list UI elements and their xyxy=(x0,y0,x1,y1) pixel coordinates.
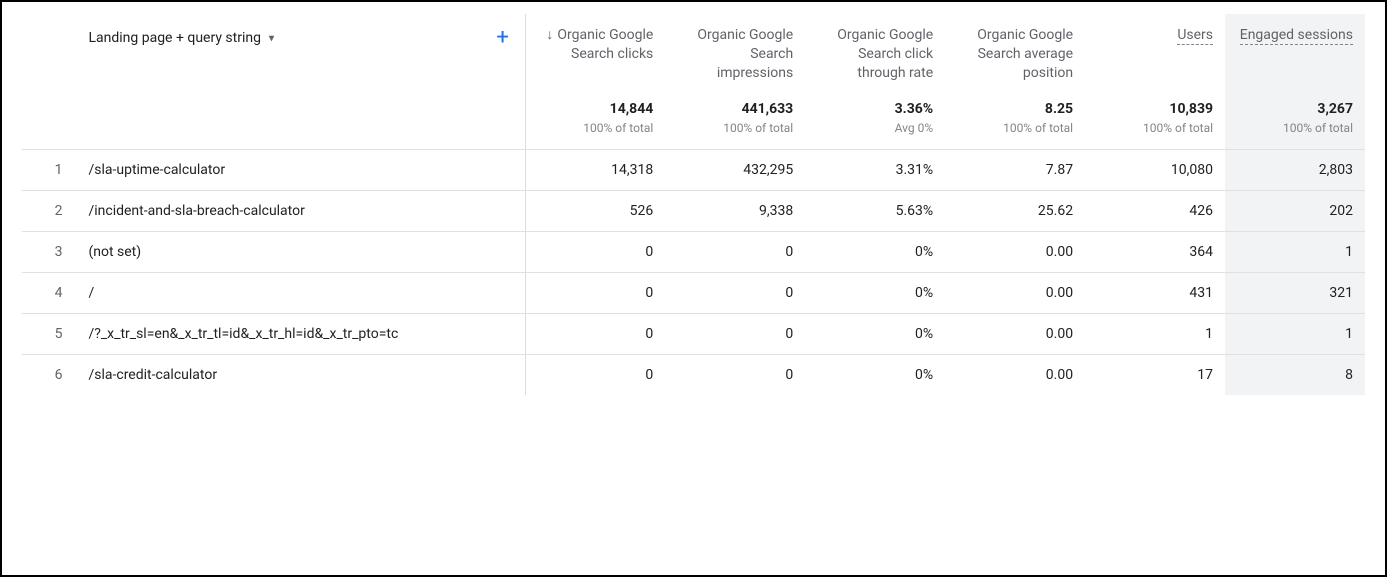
table-row[interactable]: 5/?_x_tr_sl=en&_x_tr_tl=id&_x_tr_hl=id&_… xyxy=(22,313,1365,354)
col-header-5[interactable]: Engaged sessions xyxy=(1225,14,1365,91)
dimension-picker[interactable]: Landing page + query string ▾ + xyxy=(80,14,524,62)
col-label: Organic Google Search average position xyxy=(977,27,1073,81)
row-dimension[interactable]: /sla-uptime-calculator xyxy=(80,149,525,190)
summary-cell: 10,839 100% of total xyxy=(1085,91,1225,150)
row-value: 202 xyxy=(1225,190,1365,231)
row-value: 5.63% xyxy=(805,190,945,231)
row-value: 0 xyxy=(665,231,805,272)
row-value: 426 xyxy=(1085,190,1225,231)
row-value: 9,338 xyxy=(665,190,805,231)
summary-cell: 441,633 100% of total xyxy=(665,91,805,150)
row-value: 364 xyxy=(1085,231,1225,272)
report-frame: Landing page + query string ▾ + ↓Organic… xyxy=(0,0,1387,577)
row-value: 2,803 xyxy=(1225,149,1365,190)
row-value: 0 xyxy=(665,313,805,354)
col-label: Engaged sessions xyxy=(1240,27,1353,45)
row-dimension[interactable]: /incident-and-sla-breach-calculator xyxy=(80,190,525,231)
row-value: 0.00 xyxy=(945,231,1085,272)
row-value: 0% xyxy=(805,272,945,313)
row-value: 10,080 xyxy=(1085,149,1225,190)
row-value: 25.62 xyxy=(945,190,1085,231)
col-header-4[interactable]: Users xyxy=(1085,14,1225,91)
row-value: 0 xyxy=(525,231,665,272)
row-index: 2 xyxy=(22,190,80,231)
row-value: 0 xyxy=(525,313,665,354)
row-value: 0.00 xyxy=(945,313,1085,354)
col-label: Organic Google Search click through rate xyxy=(837,27,933,81)
data-table: Landing page + query string ▾ + ↓Organic… xyxy=(22,14,1365,395)
row-value: 0% xyxy=(805,231,945,272)
row-value: 8 xyxy=(1225,354,1365,395)
dimension-label: Landing page + query string xyxy=(88,30,261,46)
table-row[interactable]: 6/sla-credit-calculator000%0.00178 xyxy=(22,354,1365,395)
row-index: 1 xyxy=(22,149,80,190)
col-header-3[interactable]: Organic Google Search average position xyxy=(945,14,1085,91)
table-row[interactable]: 4/000%0.00431321 xyxy=(22,272,1365,313)
row-value: 14,318 xyxy=(525,149,665,190)
row-value: 321 xyxy=(1225,272,1365,313)
row-value: 0 xyxy=(665,272,805,313)
chevron-down-icon: ▾ xyxy=(269,33,274,44)
summary-cell: 14,844 100% of total xyxy=(525,91,665,150)
col-header-2[interactable]: Organic Google Search click through rate xyxy=(805,14,945,91)
row-value: 7.87 xyxy=(945,149,1085,190)
col-header-1[interactable]: Organic Google Search impressions xyxy=(665,14,805,91)
row-value: 0 xyxy=(525,354,665,395)
summary-cell: 8.25 100% of total xyxy=(945,91,1085,150)
table-row[interactable]: 2/incident-and-sla-breach-calculator5269… xyxy=(22,190,1365,231)
col-label: Organic Google Search impressions xyxy=(697,27,793,81)
row-value: 431 xyxy=(1085,272,1225,313)
row-dimension[interactable]: /sla-credit-calculator xyxy=(80,354,525,395)
row-index: 3 xyxy=(22,231,80,272)
row-dimension[interactable]: / xyxy=(80,272,525,313)
col-header-0[interactable]: ↓Organic Google Search clicks xyxy=(525,14,665,91)
row-value: 432,295 xyxy=(665,149,805,190)
summary-row: 14,844 100% of total 441,633 100% of tot… xyxy=(22,91,1365,150)
sort-desc-icon: ↓ xyxy=(546,27,553,43)
add-dimension-button[interactable]: + xyxy=(496,27,508,49)
row-index: 5 xyxy=(22,313,80,354)
row-value: 0% xyxy=(805,313,945,354)
row-dimension[interactable]: (not set) xyxy=(80,231,525,272)
row-value: 17 xyxy=(1085,354,1225,395)
row-value: 526 xyxy=(525,190,665,231)
row-index: 6 xyxy=(22,354,80,395)
row-index: 4 xyxy=(22,272,80,313)
row-value: 1 xyxy=(1225,231,1365,272)
table-row[interactable]: 1/sla-uptime-calculator14,318432,2953.31… xyxy=(22,149,1365,190)
header-row: Landing page + query string ▾ + ↓Organic… xyxy=(22,14,1365,91)
row-value: 0.00 xyxy=(945,272,1085,313)
row-dimension[interactable]: /?_x_tr_sl=en&_x_tr_tl=id&_x_tr_hl=id&_x… xyxy=(80,313,525,354)
summary-cell: 3,267 100% of total xyxy=(1225,91,1365,150)
row-value: 0.00 xyxy=(945,354,1085,395)
row-value: 3.31% xyxy=(805,149,945,190)
col-label: Organic Google Search clicks xyxy=(557,27,653,62)
row-value: 0 xyxy=(525,272,665,313)
summary-cell: 3.36% Avg 0% xyxy=(805,91,945,150)
row-value: 1 xyxy=(1225,313,1365,354)
row-value: 1 xyxy=(1085,313,1225,354)
row-value: 0 xyxy=(665,354,805,395)
table-row[interactable]: 3(not set)000%0.003641 xyxy=(22,231,1365,272)
row-value: 0% xyxy=(805,354,945,395)
col-label: Users xyxy=(1177,27,1213,45)
